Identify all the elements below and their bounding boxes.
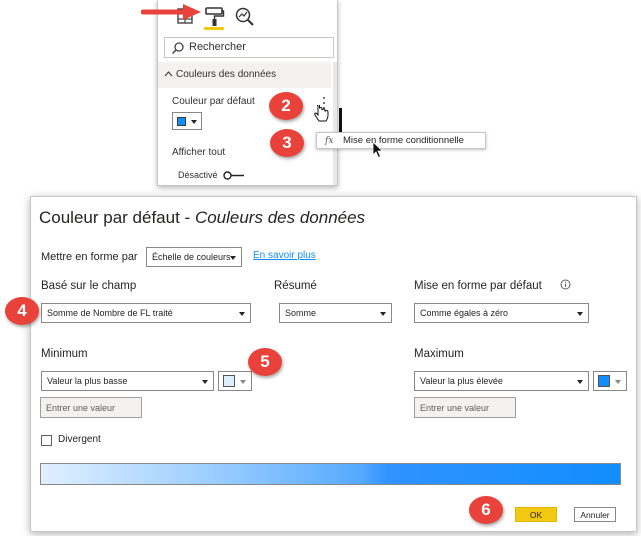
minimum-value-input[interactable] [40, 397, 142, 418]
search-placeholder: Rechercher [189, 41, 246, 53]
search-icon [172, 42, 184, 54]
summary-value: Somme [285, 308, 317, 318]
format-by-label: Mettre en forme par [41, 251, 138, 263]
default-color-picker[interactable] [172, 112, 202, 130]
maximum-value: Valeur la plus élevée [420, 376, 503, 386]
callout-6: 6 [469, 496, 503, 524]
menu-item-conditional-formatting[interactable]: Mise en forme conditionnelle [343, 135, 464, 146]
red-arrow-annotation [141, 4, 201, 20]
active-tab-underline [204, 27, 224, 30]
minimum-input-field[interactable] [41, 398, 141, 417]
cancel-button[interactable]: Annuler [574, 507, 616, 522]
dropdown-arrow-icon [577, 380, 583, 384]
maximum-label: Maximum [414, 348, 464, 360]
callout-2: 2 [269, 92, 303, 120]
info-icon[interactable] [560, 279, 571, 290]
minimum-color-swatch [223, 375, 235, 387]
minimum-color-picker[interactable] [218, 371, 252, 391]
callout-5: 5 [248, 348, 282, 376]
section-header-data-colors[interactable]: Couleurs des données [158, 62, 331, 88]
field-select[interactable]: Somme de Nombre de FL traité [41, 303, 251, 323]
chevron-up-icon [164, 71, 173, 77]
pane-edge-bar [339, 108, 342, 132]
chevron-down-icon [615, 380, 621, 384]
default-color-label: Couleur par défaut [172, 96, 255, 107]
learn-more-link[interactable]: En savoir plus [253, 250, 316, 261]
field-label: Basé sur le champ [41, 280, 137, 292]
show-all-label: Afficher tout [172, 147, 226, 158]
format-paintroller-icon[interactable] [203, 5, 225, 27]
dropdown-arrow-icon [230, 256, 236, 260]
maximum-color-swatch [598, 375, 610, 387]
analytics-icon[interactable] [233, 5, 255, 27]
summary-select[interactable]: Somme [279, 303, 392, 323]
minimum-select[interactable]: Valeur la plus basse [41, 371, 214, 391]
format-pane: Rechercher Couleurs des données Couleur … [157, 0, 338, 186]
format-by-select[interactable]: Échelle de couleurs [146, 247, 242, 267]
maximum-value-input[interactable] [414, 397, 516, 418]
dialog-title-main: Couleur par défaut [39, 208, 180, 227]
ok-button[interactable]: OK [515, 507, 557, 522]
dropdown-arrow-icon [202, 380, 208, 384]
dialog-title: Couleur par défaut - Couleurs des donnée… [39, 208, 365, 228]
minimum-value: Valeur la plus basse [47, 376, 128, 386]
default-format-select[interactable]: Comme égales à zéro [414, 303, 589, 323]
minimum-label: Minimum [41, 348, 88, 360]
callout-3: 3 [270, 129, 304, 157]
context-menu: fx Mise en forme conditionnelle [316, 132, 486, 149]
dropdown-arrow-icon [380, 312, 386, 316]
show-all-toggle[interactable] [223, 171, 245, 180]
dropdown-arrow-icon [239, 312, 245, 316]
dialog-title-sub: Couleurs des données [194, 208, 366, 227]
screenshot-stage: Rechercher Couleurs des données Couleur … [0, 0, 641, 536]
callout-4: 4 [5, 297, 39, 325]
dropdown-arrow-icon [577, 312, 583, 316]
maximum-input-field[interactable] [415, 398, 515, 417]
hand-cursor-icon [314, 105, 329, 122]
dialog-title-separator: - [179, 208, 195, 227]
summary-label: Résumé [274, 280, 317, 292]
pane-scrollbar[interactable] [333, 62, 337, 185]
divergent-label: Divergent [58, 434, 101, 445]
field-value: Somme de Nombre de FL traité [47, 308, 173, 318]
maximum-select[interactable]: Valeur la plus élevée [414, 371, 589, 391]
cancel-button-label: Annuler [580, 510, 610, 520]
format-by-value: Échelle de couleurs [152, 252, 231, 262]
ok-button-label: OK [529, 510, 543, 520]
fx-icon: fx [325, 136, 334, 146]
conditional-format-dialog: Couleur par défaut - Couleurs des donnée… [30, 196, 637, 532]
arrow-cursor-icon [372, 141, 384, 159]
color-swatch [177, 117, 186, 126]
chevron-down-icon [240, 380, 246, 384]
maximum-color-picker[interactable] [593, 371, 627, 391]
color-scale-preview [40, 463, 621, 485]
divergent-checkbox[interactable] [41, 435, 52, 446]
pane-search-box[interactable]: Rechercher [164, 37, 334, 58]
default-format-label: Mise en forme par défaut [414, 280, 542, 292]
toggle-state-label: Désactivé [178, 170, 218, 180]
section-title: Couleurs des données [176, 69, 277, 80]
default-format-value: Comme égales à zéro [420, 308, 509, 318]
chevron-down-icon [191, 120, 197, 124]
